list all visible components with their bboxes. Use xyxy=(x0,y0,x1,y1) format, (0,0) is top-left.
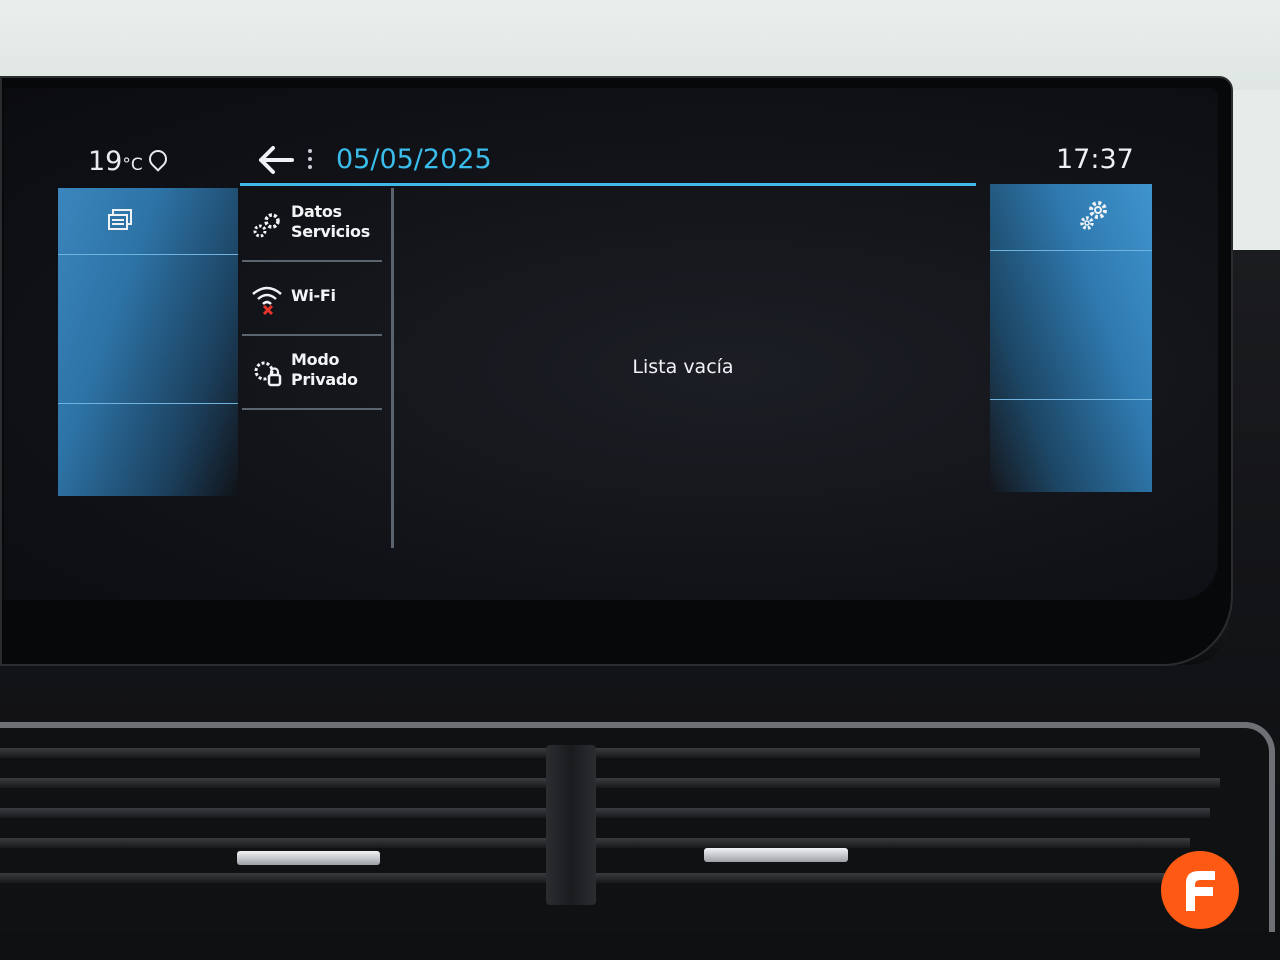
location-pin-icon xyxy=(145,146,171,172)
menu-item-label: Datos Servicios xyxy=(291,202,370,241)
private-mode-icon xyxy=(254,361,282,387)
menu-item-datos-servicios[interactable]: Datos Servicios xyxy=(242,188,382,262)
vent-handle xyxy=(546,745,596,905)
temperature-readout: 19°C xyxy=(88,146,171,177)
clock: 17:37 xyxy=(1056,144,1134,175)
temperature-value: 19 xyxy=(88,146,123,177)
title-underline xyxy=(240,183,976,186)
page-title-date: 05/05/2025 xyxy=(336,144,492,175)
temperature-unit: °C xyxy=(122,155,143,175)
vent-chrome-trim xyxy=(237,851,380,865)
menu-item-label: Wi-Fi xyxy=(291,286,336,305)
menu-item-modo-privado[interactable]: Modo Privado xyxy=(242,336,382,410)
left-side-panel xyxy=(58,188,238,496)
wifi-disabled-icon xyxy=(252,286,282,316)
vent-slat xyxy=(0,778,1220,788)
windows-icon[interactable] xyxy=(106,208,134,234)
air-vent xyxy=(0,722,1275,932)
vent-chrome-trim xyxy=(704,848,848,862)
menu-item-label: Modo Privado xyxy=(291,350,358,389)
brand-logo xyxy=(1161,851,1239,929)
vent-slat xyxy=(0,808,1210,818)
vent-slat xyxy=(0,748,1200,758)
gear-pair-icon xyxy=(253,213,280,238)
empty-list-message: Lista vacía xyxy=(632,356,734,378)
settings-gear-icon[interactable] xyxy=(1076,198,1112,234)
right-side-panel xyxy=(990,184,1152,492)
menu-item-wifi[interactable]: Wi-Fi xyxy=(242,262,382,336)
vertical-divider xyxy=(391,188,394,548)
back-arrow-icon[interactable] xyxy=(256,143,296,177)
more-options-icon[interactable] xyxy=(306,147,314,177)
